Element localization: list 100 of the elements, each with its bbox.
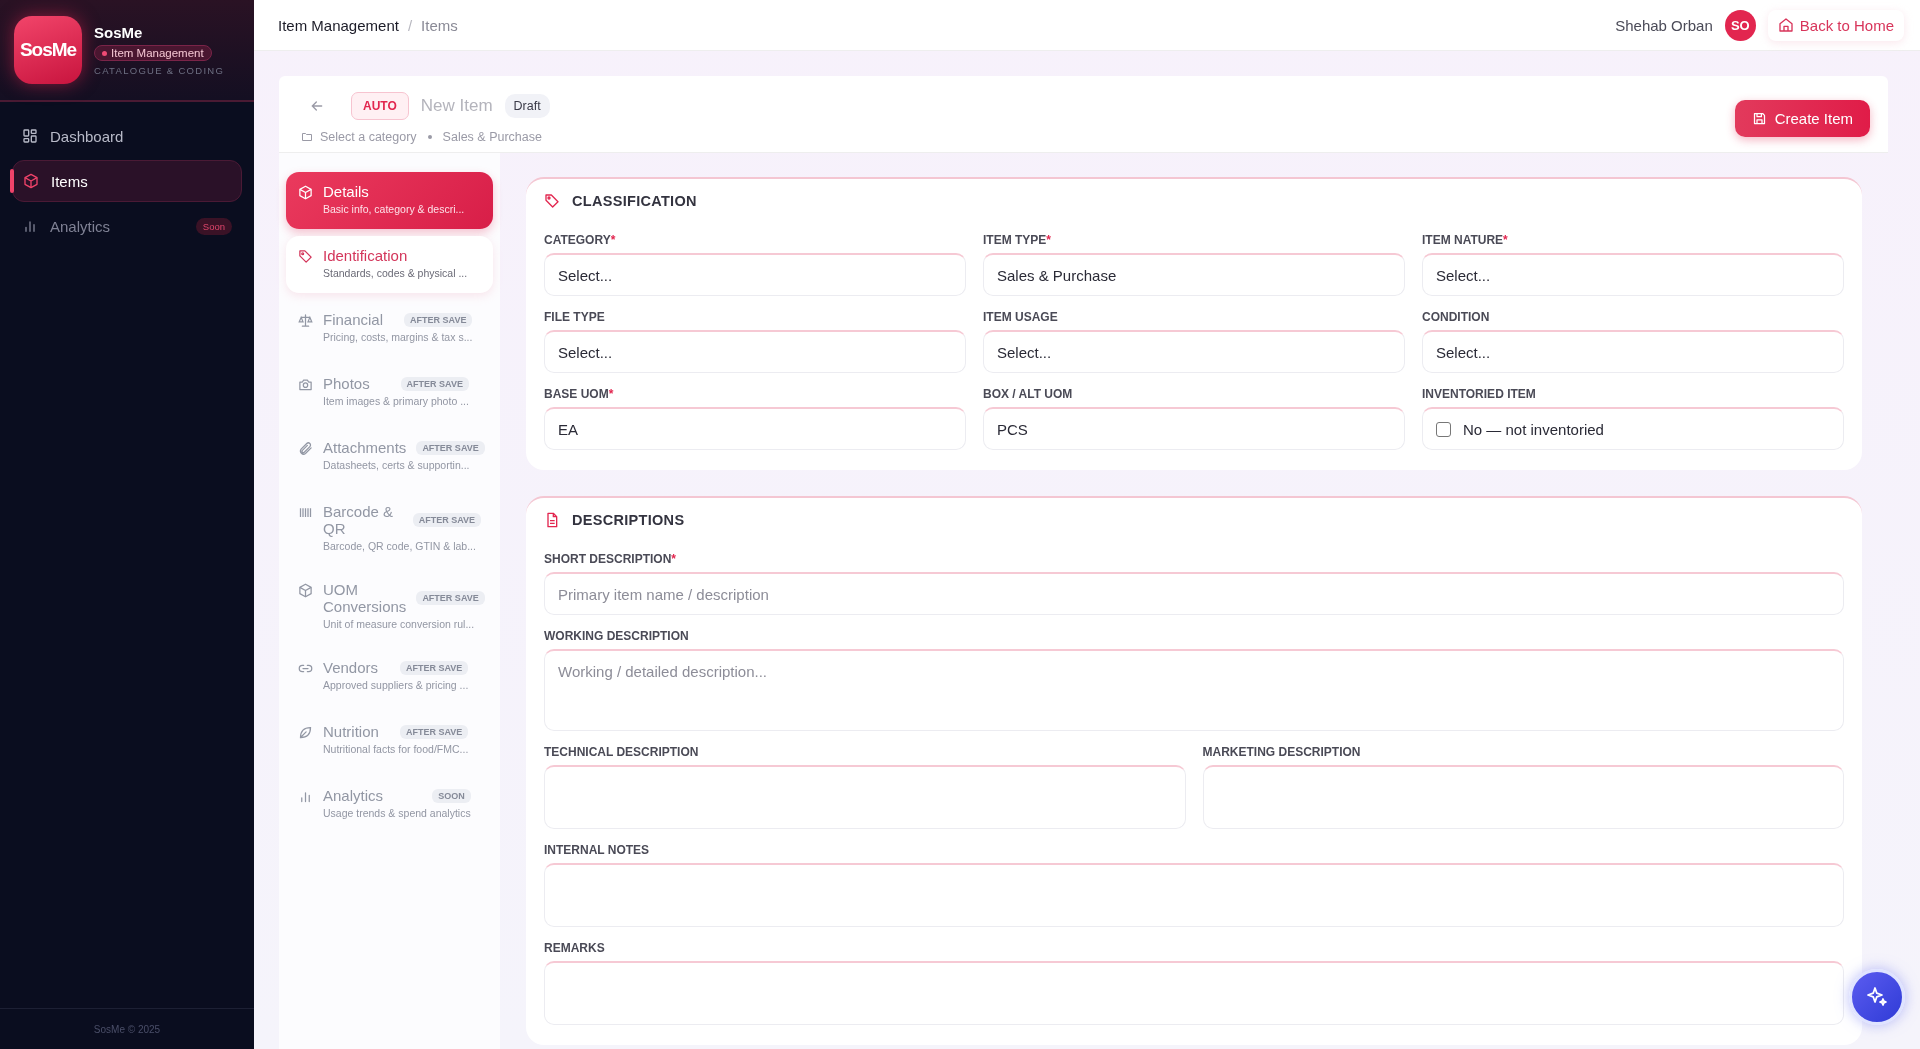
field-label: TECHNICAL DESCRIPTION — [544, 745, 700, 759]
text-field[interactable]: Primary item name / description — [544, 572, 1844, 615]
box-icon — [298, 185, 313, 200]
leaf-icon — [298, 725, 313, 740]
step-subtitle: Barcode, QR code, GTIN & lab... — [323, 540, 477, 552]
field-label: REMARKS — [544, 941, 606, 955]
nav-item[interactable]: Items — [12, 160, 242, 202]
step-title: Analytics — [323, 787, 384, 804]
step-badge: SOON — [432, 788, 471, 803]
select-field[interactable]: Select... — [983, 330, 1405, 373]
checkbox[interactable] — [1436, 421, 1451, 437]
step-badge: AFTER SAVE — [412, 513, 481, 527]
section-title: DESCRIPTIONS — [572, 512, 685, 528]
code-badge: AUTO — [351, 92, 409, 120]
document-icon — [544, 512, 560, 528]
checkbox-label: No — not inventoried — [1463, 420, 1604, 438]
brand-name: SosMe — [94, 24, 143, 41]
category-text: Select a category — [320, 130, 417, 144]
step-title: Nutrition — [323, 723, 379, 740]
status-badge: Draft — [504, 94, 550, 118]
copyright: SosMe © 2025 — [93, 1023, 161, 1035]
nav-item[interactable]: Analytics Soon — [12, 206, 242, 246]
text-area[interactable]: Working / detailed description... — [544, 649, 1844, 731]
camera-icon — [298, 377, 313, 392]
barcode-icon — [298, 505, 313, 520]
step-badge: AFTER SAVE — [399, 724, 469, 739]
field-label: BOX / ALT UOM — [983, 387, 1074, 401]
field-label: INVENTORIED ITEM — [1422, 387, 1537, 401]
field-label: ITEM TYPE* — [983, 233, 1052, 247]
nav-label: Analytics — [50, 217, 112, 235]
item-title: New Item — [420, 96, 493, 116]
text-area[interactable] — [544, 863, 1844, 927]
text-area[interactable] — [544, 765, 1186, 829]
back-to-home-button[interactable]: Back to Home — [1767, 9, 1904, 41]
step-subtitle: Nutritional facts for food/FMC... — [323, 743, 469, 755]
box-icon — [298, 583, 313, 598]
module-badge: Item Management — [94, 45, 212, 61]
field-label: BASE UOM* — [544, 387, 615, 401]
field-label: ITEM NATURE* — [1422, 233, 1509, 247]
folder-icon — [301, 131, 313, 143]
text-area[interactable] — [544, 961, 1844, 1025]
soon-badge: Soon — [195, 217, 232, 235]
paperclip-icon — [298, 441, 313, 456]
select-field[interactable]: Select... — [544, 253, 966, 296]
step-item[interactable]: Identification Standards, codes & physical ... — [286, 236, 493, 293]
tag-icon — [544, 193, 560, 209]
grid-icon — [22, 128, 38, 144]
user-avatar[interactable]: SO — [1724, 9, 1756, 41]
step-badge: AFTER SAVE — [404, 312, 473, 327]
step-subtitle: Standards, codes & physical ... — [323, 267, 468, 279]
step-subtitle: Item images & primary photo ... — [323, 395, 469, 407]
text-field[interactable]: EA — [544, 407, 966, 450]
logo: SosMe — [14, 16, 82, 84]
section-title: CLASSIFICATION — [572, 193, 697, 209]
box-icon — [23, 173, 39, 189]
breadcrumb-item[interactable]: Item Management — [278, 16, 399, 34]
step-title: Identification — [323, 247, 408, 264]
step-subtitle: Basic info, category & descri... — [323, 203, 465, 215]
home-icon — [1777, 17, 1794, 33]
nav-label: Items — [51, 172, 89, 190]
step-subtitle: Usage trends & spend analytics — [323, 807, 471, 819]
back-arrow-icon[interactable] — [309, 98, 325, 114]
select-field[interactable]: Select... — [1422, 330, 1844, 373]
step-title: Financial — [323, 311, 384, 328]
select-field[interactable]: Select... — [544, 330, 966, 373]
scale-icon — [298, 313, 313, 328]
step-subtitle: Unit of measure conversion rul... — [323, 618, 476, 630]
step-title: UOM Conversions — [323, 581, 407, 615]
field-label: INTERNAL NOTES — [544, 843, 651, 857]
nav-label: Dashboard — [50, 127, 125, 145]
item-type-text: Sales & Purchase — [442, 130, 542, 144]
step-title: Vendors — [323, 659, 379, 676]
select-field[interactable]: Sales & Purchase — [983, 253, 1405, 296]
step-title: Details — [323, 183, 369, 200]
bar-chart-icon — [298, 789, 313, 804]
field-label: WORKING DESCRIPTION — [544, 629, 690, 643]
create-item-button[interactable]: Create Item — [1734, 99, 1870, 137]
brand-subtitle: CATALOGUE & CODING — [94, 65, 225, 76]
step-badge: AFTER SAVE — [416, 591, 485, 605]
field-label: SHORT DESCRIPTION* — [544, 552, 677, 566]
step-badge: AFTER SAVE — [400, 660, 469, 675]
field-label: MARKETING DESCRIPTION — [1202, 745, 1362, 759]
text-area[interactable] — [1202, 765, 1844, 829]
step-item[interactable]: Details Basic info, category & descri... — [286, 172, 493, 229]
breadcrumb-item[interactable]: Items — [421, 16, 458, 34]
select-field[interactable]: Select... — [1422, 253, 1844, 296]
step-subtitle: Pricing, costs, margins & tax s... — [323, 331, 473, 343]
ai-assistant-button[interactable] — [1849, 969, 1905, 1025]
step-subtitle: Datasheets, certs & supportin... — [323, 459, 471, 471]
step-title: Attachments — [323, 439, 407, 456]
text-field[interactable]: PCS — [983, 407, 1405, 450]
step-subtitle: Approved suppliers & pricing ... — [323, 679, 469, 691]
step-title: Photos — [323, 375, 370, 392]
step-badge: AFTER SAVE — [416, 440, 485, 455]
step-title: Barcode & QR — [323, 503, 395, 537]
save-icon — [1751, 110, 1767, 126]
field-label: CATEGORY* — [544, 233, 617, 247]
nav-item[interactable]: Dashboard — [12, 116, 242, 156]
field-label: ITEM USAGE — [983, 310, 1059, 324]
sparkle-icon — [1865, 985, 1889, 1009]
